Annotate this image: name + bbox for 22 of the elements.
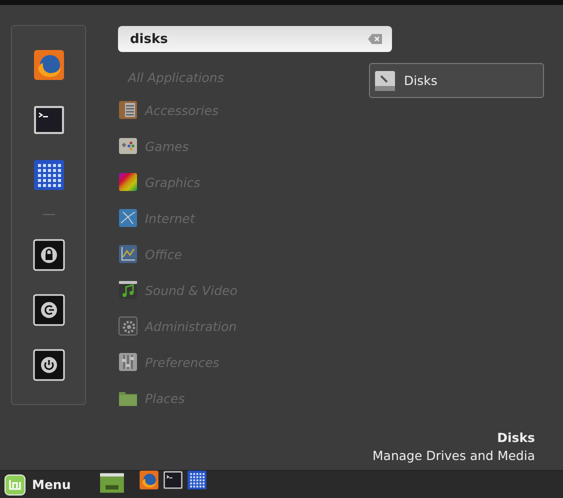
chart-icon (118, 244, 138, 264)
leaf-logo-icon (4, 474, 26, 496)
disk-drive-icon (374, 70, 396, 92)
globe-icon[interactable] (138, 470, 159, 490)
menu-button[interactable]: Menu (4, 474, 81, 496)
description-text: Manage Drives and Media (372, 448, 535, 463)
search-field[interactable]: disks (118, 26, 392, 52)
lock-icon[interactable] (32, 239, 64, 272)
description-title: Disks (496, 429, 535, 447)
result-item[interactable]: Disks (369, 63, 544, 98)
dot-grid-icon[interactable] (186, 470, 207, 490)
calculator-icon (118, 100, 138, 120)
gamepad-icon (118, 136, 138, 156)
logout-icon[interactable] (32, 294, 64, 326)
terminal-icon[interactable] (32, 104, 64, 136)
globe-icon[interactable] (32, 49, 64, 81)
dot-grid-icon[interactable] (32, 158, 64, 191)
music-note-icon (118, 280, 138, 300)
terminal-icon[interactable] (162, 470, 183, 490)
sliders-icon (118, 352, 138, 372)
power-icon[interactable] (32, 349, 64, 382)
gear-icon (118, 316, 138, 336)
